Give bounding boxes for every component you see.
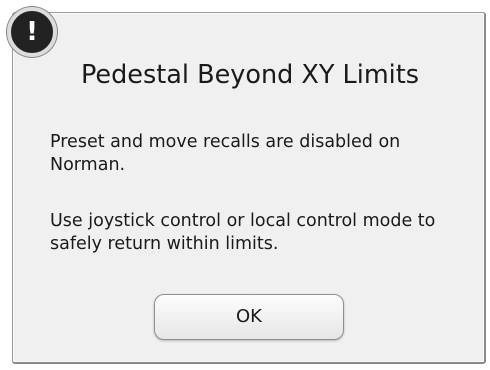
dialog-message-instructions: Use joystick control or local control mo…: [50, 211, 436, 254]
dialog-title: Pedestal Beyond XY Limits: [80, 60, 420, 90]
ok-button[interactable]: OK: [154, 294, 344, 340]
alert-dialog: Pedestal Beyond XY Limits Preset and mov…: [12, 12, 486, 364]
screen: Pedestal Beyond XY Limits Preset and mov…: [0, 0, 490, 370]
dialog-message: Preset and move recalls are disabled on …: [50, 132, 401, 175]
exclamation-icon: !: [7, 7, 57, 57]
